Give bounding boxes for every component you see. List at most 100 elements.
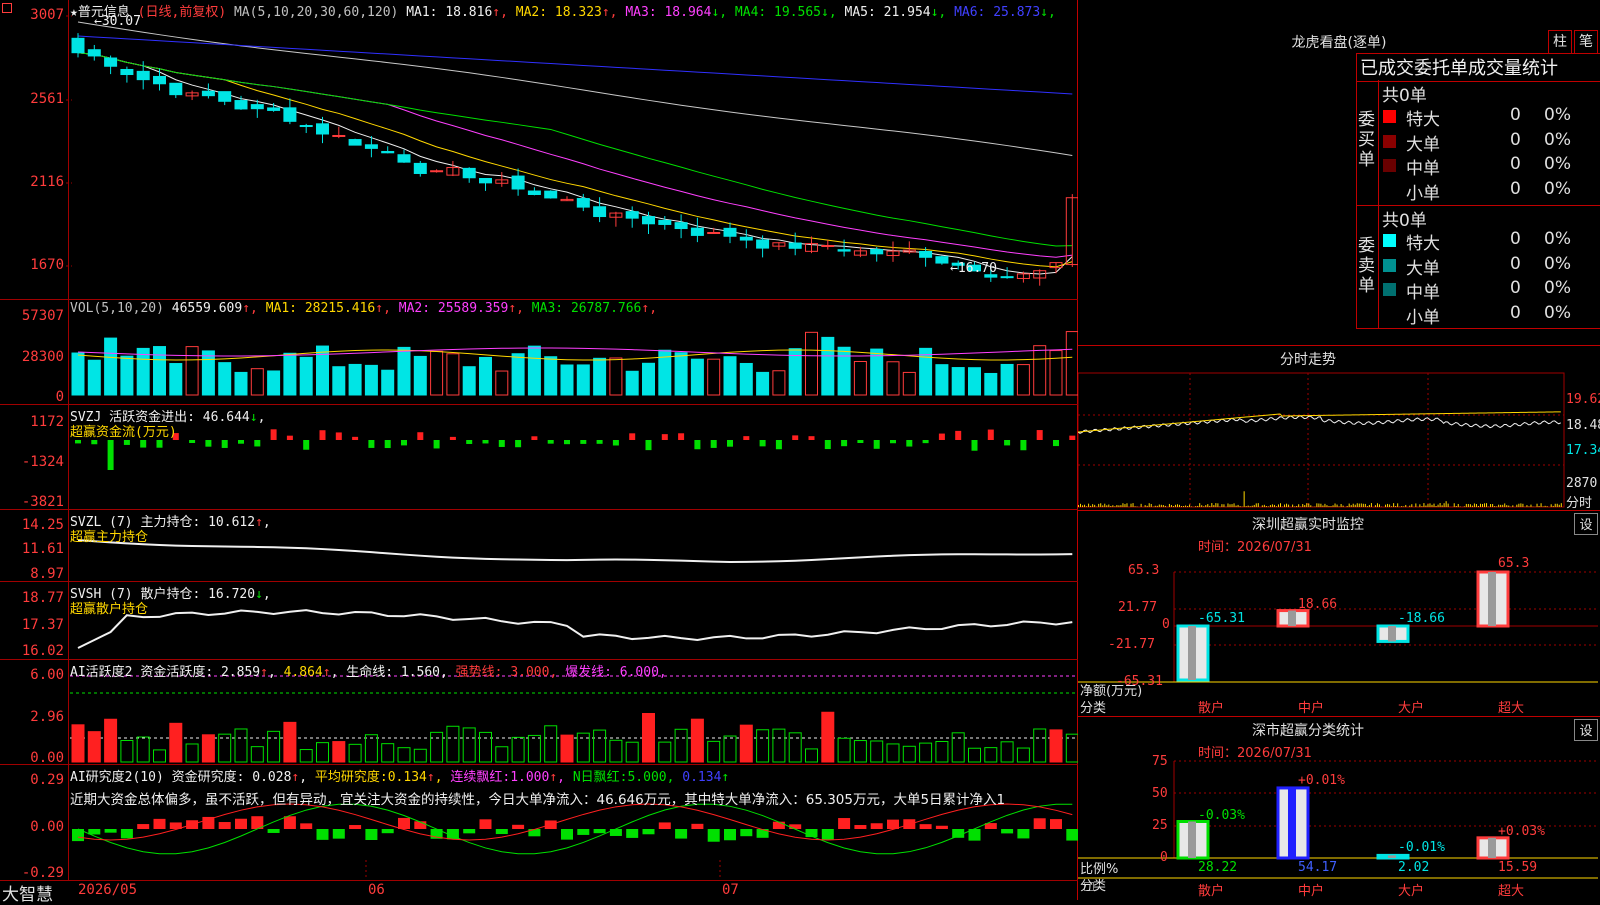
sz-monitor-settings-button[interactable]: 设 (1574, 513, 1598, 535)
ai-active-value: 2.859 (221, 665, 260, 680)
intraday-vol-bar (1102, 505, 1103, 507)
svzj-bar (1069, 436, 1075, 440)
volume-bar (887, 362, 899, 395)
trend-arrow: ↑, (375, 301, 391, 316)
volume-bar (594, 358, 606, 395)
chart-label: 超大 (1498, 880, 1524, 899)
order-qty: 0 (1510, 229, 1521, 249)
ai-active-bar (757, 730, 769, 762)
volume-bar (496, 371, 508, 395)
intraday-vol-bar (1454, 503, 1455, 507)
intraday-vol-bar (1522, 504, 1523, 507)
intraday-vol-bar (1555, 504, 1556, 507)
intraday-vol-bar (1371, 503, 1372, 507)
volume-bar (365, 365, 377, 395)
intraday-vol-bar (1211, 503, 1212, 507)
intraday-vol-bar (1425, 506, 1426, 507)
intraday-vol-bar (1159, 505, 1160, 507)
svzj-bar (1037, 430, 1043, 440)
svzj-y-tick: -3821 (2, 494, 64, 510)
intraday-vol-bar (1270, 505, 1271, 507)
chart-label: 65.3 (1498, 556, 1529, 571)
volume-bar (382, 370, 394, 395)
intraday-vol-bar (1205, 505, 1206, 507)
intraday-vol-bar (1537, 504, 1538, 507)
order-pct: 0% (1544, 105, 1571, 125)
svzj-bar (1020, 440, 1026, 450)
chart-canvas[interactable] (0, 0, 1078, 900)
main-chart-area[interactable]: ★普元信息 (日线,前复权) MA(5,10,20,30,60,120) MA1… (0, 0, 1078, 900)
order-qty: 0 (1510, 154, 1521, 174)
candle-body (1001, 277, 1013, 278)
intraday-chart[interactable] (1078, 370, 1600, 510)
order-pct: 0% (1544, 278, 1571, 298)
analysis-comment: 近期大资金总体偏多，虽不活跃，但有异动，宜关注大资金的持续性，今日大单净流入：4… (70, 788, 1075, 808)
intraday-vol-bar (1367, 506, 1368, 507)
svzj-bar (629, 433, 635, 440)
intraday-vol-bar (1292, 505, 1293, 507)
candle-body (626, 212, 638, 219)
ai-active-bar (398, 748, 410, 762)
intraday-vol-bar (1288, 505, 1289, 507)
volume-bar (447, 354, 459, 395)
intraday-vol-bar (1215, 503, 1216, 507)
candle-body (724, 228, 736, 236)
tab-tick[interactable]: 笔 (1574, 30, 1598, 54)
volume-bar (1050, 351, 1062, 395)
ai-research-bar (88, 829, 100, 834)
order-qty: 0 (1510, 179, 1521, 199)
volume-bar (691, 359, 703, 395)
volume-bar (952, 368, 964, 395)
candle-body (170, 83, 182, 94)
ma-value: MA1: 28215.416 (266, 301, 376, 316)
intraday-vol-bar (1244, 491, 1245, 507)
volume-bar (414, 356, 426, 395)
candle-body (643, 217, 655, 224)
ai-active-bar (528, 735, 540, 762)
svzj-bar (75, 440, 81, 443)
intraday-vol-bar (1318, 504, 1319, 507)
legend-swatch (1383, 110, 1396, 123)
intraday-vol-bar (1377, 503, 1378, 507)
svzj-bar (646, 440, 652, 450)
avg-research-value: 0.134 (388, 770, 427, 785)
cls-y-tick: 75 (1152, 754, 1168, 769)
lifeline-label: 生命线: (346, 665, 393, 680)
tab-bar[interactable]: 柱 (1548, 30, 1572, 54)
intraday-vol-bar (1272, 504, 1273, 507)
sz-monitor-bar-shade (1288, 611, 1296, 626)
intraday-vol-bar (1375, 505, 1376, 507)
svzj-bar (792, 435, 798, 440)
legend-swatch (1383, 159, 1396, 172)
intraday-vol-bar (1262, 505, 1263, 507)
intraday-vol-bar (1116, 505, 1117, 507)
svzj-bar (972, 440, 978, 451)
ai-research-bar (235, 819, 247, 829)
strong-line-label: 强势线: (456, 665, 503, 680)
ai-research-bar (300, 823, 312, 829)
ai-research-bar (137, 824, 149, 829)
intraday-vol-bar (1351, 505, 1352, 507)
cls-xlabel: 分类 (1080, 875, 1106, 894)
sz-classify-settings-button[interactable]: 设 (1574, 719, 1598, 741)
intraday-vol-bar (1201, 505, 1202, 507)
intraday-vol-bar (1175, 505, 1176, 507)
intraday-vol-bar (1320, 504, 1321, 507)
intraday-vol-bar (1512, 505, 1513, 507)
ai-active-bar (822, 712, 834, 762)
intraday-vol-bar (1480, 504, 1481, 507)
svsh-y-tick: 17.37 (2, 617, 64, 633)
volume-bar (480, 357, 492, 395)
candle-body (920, 251, 932, 257)
svzj-bar (303, 440, 309, 450)
intraday-vol-bar (1217, 503, 1218, 507)
intraday-vol-bar (1141, 504, 1142, 507)
intraday-vol-bar (1223, 504, 1224, 507)
ai-research-label: 资金研究度: (172, 770, 245, 785)
app-brand[interactable]: 大智慧 (2, 880, 53, 905)
dragon-border (1356, 328, 1600, 329)
ma120-line (78, 36, 1072, 94)
intraday-vol-bar (1492, 504, 1493, 507)
ai-active-bar (414, 749, 426, 762)
intraday-vol-bar (1551, 504, 1552, 507)
